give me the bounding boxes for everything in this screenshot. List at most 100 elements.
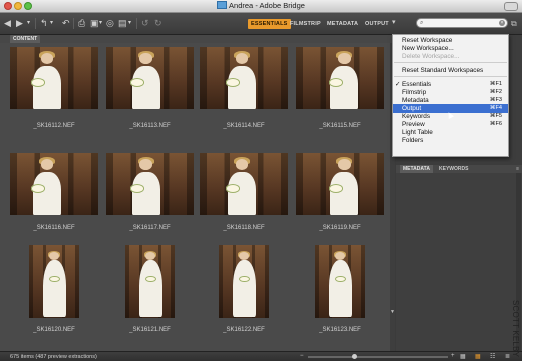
bouquet bbox=[129, 184, 144, 193]
bride-head bbox=[40, 53, 54, 64]
thumbnail-size-slider-knob[interactable] bbox=[352, 354, 358, 359]
menu-item-reset-standard-workspaces[interactable]: Reset Standard Workspaces bbox=[393, 66, 508, 75]
content-panel-header: CONTENT bbox=[0, 35, 395, 43]
workspace-tab-metadata[interactable]: METADATA bbox=[327, 19, 358, 29]
compact-mode-icon[interactable]: ⧉ bbox=[511, 19, 517, 29]
refine-icon[interactable]: ▣ bbox=[90, 18, 99, 29]
thumbnail-image[interactable] bbox=[200, 153, 288, 215]
thumbnail-image[interactable] bbox=[106, 47, 194, 109]
thumbnail-image[interactable] bbox=[315, 245, 365, 318]
photo-credit: SCOTT KELBY bbox=[511, 300, 520, 358]
bride-dress bbox=[328, 259, 352, 317]
status-bar: 675 items (487 preview extractions) − + … bbox=[0, 351, 522, 361]
workspace-tab-essentials[interactable]: ESSENTIALS bbox=[248, 19, 291, 29]
thumbnail-filename: _SK16117.NEF bbox=[129, 225, 171, 231]
thumbnail-image[interactable] bbox=[29, 245, 79, 318]
view-details-icon[interactable]: ☷ bbox=[490, 353, 495, 360]
output-dropdown-icon[interactable]: ▾ bbox=[128, 18, 131, 29]
bride-head bbox=[236, 159, 249, 170]
menu-item-label: Keywords bbox=[402, 113, 431, 120]
menu-item-folders[interactable]: Folders bbox=[393, 136, 508, 145]
back-arrow-icon[interactable]: ◀ bbox=[4, 18, 11, 29]
toolbar: ◀ ▶ ▾ ↰ ▾ ↶ ⎙ ▣ ▾ ◎ ▤ ▾ ↺ ↻ ESSENTIALS F… bbox=[0, 13, 522, 35]
search-icon: ⌕ bbox=[420, 20, 424, 26]
thumbnail-filename: _SK16121.NEF bbox=[129, 327, 171, 333]
thumbnail-image[interactable] bbox=[219, 245, 269, 318]
content-tab[interactable]: CONTENT bbox=[10, 35, 41, 43]
metadata-panel-header: METADATA KEYWORDS ≡ bbox=[396, 165, 522, 173]
lock-icon[interactable]: ▦ bbox=[460, 353, 466, 360]
thumbnail-image[interactable] bbox=[106, 153, 194, 215]
refine-dropdown-icon[interactable]: ▾ bbox=[99, 18, 102, 29]
forward-arrow-icon[interactable]: ▶ bbox=[16, 18, 23, 29]
history-dropdown-icon[interactable]: ▾ bbox=[27, 18, 30, 29]
toolbar-toggle-button[interactable] bbox=[504, 2, 518, 11]
tab-keywords[interactable]: KEYWORDS bbox=[436, 165, 471, 173]
workspace-tab-output[interactable]: OUTPUT bbox=[365, 19, 389, 29]
bride-head bbox=[139, 53, 152, 64]
workspace-tab-filmstrip[interactable]: FILMSTRIP bbox=[290, 19, 321, 29]
bouquet bbox=[48, 275, 60, 283]
clear-search-icon[interactable]: × bbox=[499, 20, 505, 26]
thumbnail-size-slider[interactable] bbox=[308, 356, 448, 358]
rotate-right-icon[interactable]: ↻ bbox=[154, 18, 162, 29]
bride-dress bbox=[32, 65, 62, 109]
menu-separator bbox=[394, 62, 507, 63]
recent-dropdown-icon[interactable]: ▾ bbox=[50, 18, 53, 29]
bride-head bbox=[40, 159, 54, 170]
menu-item-label: Filmstrip bbox=[402, 89, 427, 96]
thumbnail-image[interactable] bbox=[125, 245, 175, 318]
scroll-down-arrow-icon[interactable]: ▼ bbox=[390, 309, 395, 315]
bouquet bbox=[144, 275, 156, 283]
bride-dress bbox=[330, 65, 359, 109]
workspace-menu-chevron-icon[interactable]: ▾ bbox=[392, 18, 396, 26]
recent-folders-icon[interactable]: ↰ bbox=[40, 18, 48, 29]
bouquet bbox=[31, 78, 46, 87]
thumbnail-image[interactable] bbox=[200, 47, 288, 109]
thumbnail-image[interactable] bbox=[10, 47, 98, 109]
bride-dress bbox=[42, 259, 66, 317]
get-photos-icon[interactable]: ⎙ bbox=[78, 18, 85, 29]
menu-item-label: Delete Workspace... bbox=[402, 53, 460, 60]
window-title: Andrea - Adobe Bridge bbox=[0, 0, 522, 12]
panel-menu-icon[interactable]: ≡ bbox=[516, 165, 519, 173]
search-input[interactable] bbox=[428, 19, 490, 27]
rotate-left-icon[interactable]: ↺ bbox=[141, 18, 149, 29]
thumbnail-filename: _SK16119.NEF bbox=[319, 225, 361, 231]
thumbnail-filename: _SK16118.NEF bbox=[223, 225, 265, 231]
folder-icon bbox=[217, 1, 228, 9]
output-icon[interactable]: ▤ bbox=[118, 18, 127, 29]
menu-item-label: Reset Workspace bbox=[402, 37, 453, 44]
menu-item-delete-workspace: Delete Workspace... bbox=[393, 52, 508, 61]
content-grid: _SK16112.NEF _SK16113.NEF _SK16114.NEF _SK1… bbox=[0, 43, 390, 351]
menu-item-label: Output bbox=[402, 105, 422, 112]
thumbnail-image[interactable] bbox=[10, 153, 98, 215]
workspace-menu: Reset Workspace New Workspace... Delete Wo… bbox=[392, 34, 509, 157]
bouquet bbox=[31, 184, 46, 193]
bride-head bbox=[338, 53, 351, 64]
camera-raw-icon[interactable]: ◎ bbox=[106, 18, 114, 29]
view-thumbnails-icon[interactable]: ▦ bbox=[475, 353, 481, 360]
thumbnail-image[interactable] bbox=[296, 153, 384, 215]
metadata-panel-body bbox=[396, 173, 522, 351]
search-field[interactable]: ⌕ × bbox=[416, 18, 508, 28]
status-text: 675 items (487 preview extractions) bbox=[10, 354, 97, 360]
return-icon[interactable]: ↶ bbox=[62, 18, 70, 29]
bride-dress bbox=[131, 171, 160, 215]
bride-head bbox=[338, 159, 351, 170]
zoom-in-icon[interactable]: + bbox=[451, 353, 455, 359]
menu-item-label: Folders bbox=[402, 137, 424, 144]
bridge-window: Andrea - Adobe Bridge ◀ ▶ ▾ ↰ ▾ ↶ ⎙ ▣ ▾ … bbox=[0, 0, 522, 361]
zoom-out-icon[interactable]: − bbox=[300, 353, 304, 359]
thumbnail-filename: _SK16120.NEF bbox=[33, 327, 75, 333]
thumbnail-image[interactable] bbox=[296, 47, 384, 109]
bride-head bbox=[139, 159, 152, 170]
thumbnail-filename: _SK16115.NEF bbox=[319, 123, 361, 129]
bouquet bbox=[226, 78, 241, 87]
menu-item-label: Preview bbox=[402, 121, 425, 128]
bride-head bbox=[236, 53, 249, 64]
menu-item-label: Essentials bbox=[402, 81, 432, 88]
tab-metadata[interactable]: METADATA bbox=[400, 165, 433, 173]
thumbnail-filename: _SK16112.NEF bbox=[33, 123, 75, 129]
bouquet bbox=[328, 184, 343, 193]
